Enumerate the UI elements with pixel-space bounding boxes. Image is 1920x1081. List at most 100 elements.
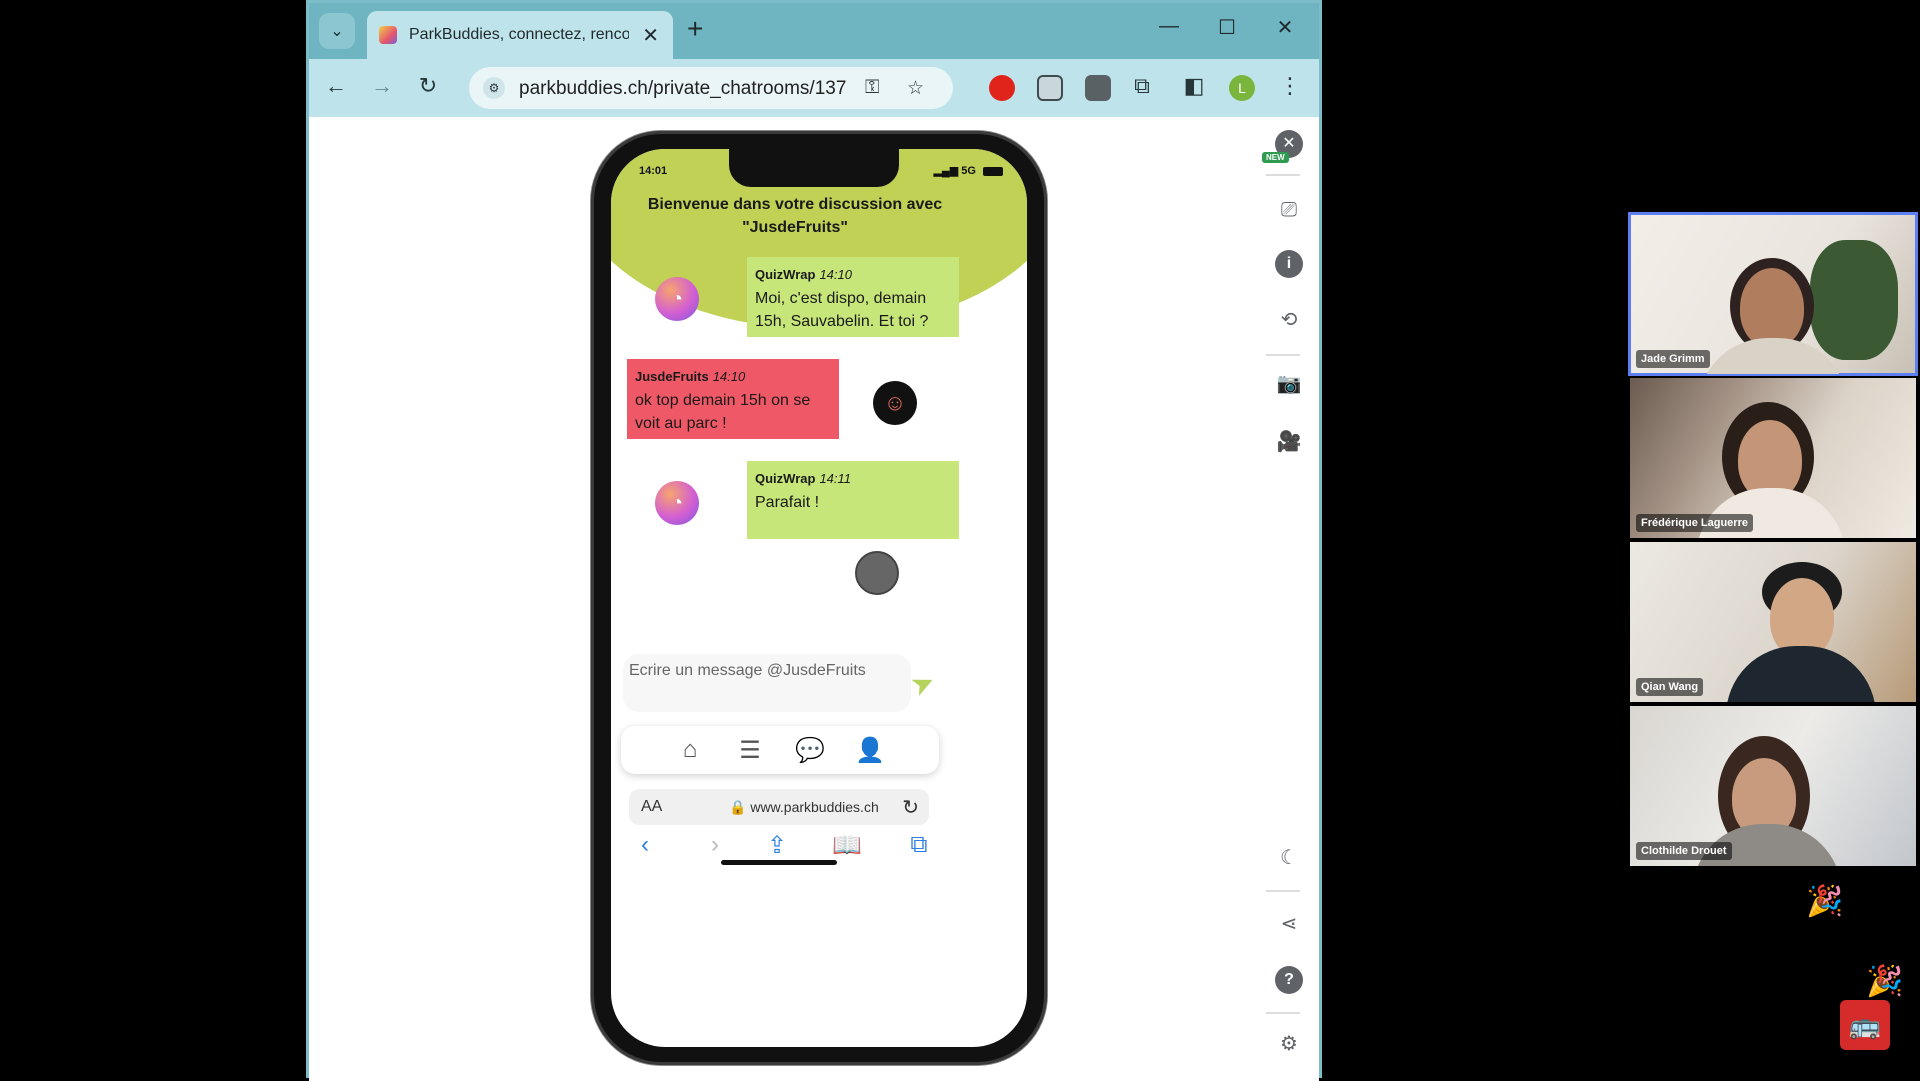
reload-icon[interactable]: ↻ [902, 795, 919, 820]
body [1726, 646, 1876, 702]
lock-icon: 🔒 [729, 799, 747, 815]
message-time: 14:10 [819, 267, 852, 282]
safari-url-text: www.parkbuddies.ch [750, 799, 879, 815]
phone-notch [729, 149, 899, 187]
address-bar[interactable]: ⚙ parkbuddies.ch/private_chatrooms/137 ⚿… [469, 67, 953, 109]
party-popper-icon: 🎉 [1866, 965, 1904, 998]
home-indicator [721, 860, 837, 865]
participant-tile[interactable]: Jade Grimm [1628, 212, 1918, 376]
share-network-icon[interactable]: ⋖ [1275, 910, 1303, 938]
message-header: QuizWrap 14:11 [755, 471, 951, 487]
info-icon[interactable]: i [1275, 250, 1303, 278]
jusdefruits-avatar: ☺ [873, 381, 917, 425]
participant-tile[interactable]: Frédérique Laguerre [1630, 378, 1916, 538]
browser-toolbar: ← → ↻ ⚙ parkbuddies.ch/private_chatrooms… [309, 59, 1319, 117]
camera-icon[interactable]: 📷 [1275, 370, 1303, 398]
chevron-down-icon: ⌄ [330, 23, 344, 40]
share-icon[interactable]: ⇪ [759, 831, 795, 860]
divider [1266, 354, 1300, 356]
message-time: 14:10 [712, 369, 746, 384]
message-text: ok top demain 15h on se voit au parc ! [635, 392, 811, 432]
participant-name: Frédérique Laguerre [1636, 514, 1753, 532]
home-icon[interactable]: ⌂ [675, 736, 705, 764]
close-window-button[interactable]: ✕ [1265, 15, 1305, 40]
minimize-button[interactable]: — [1149, 15, 1189, 38]
divider [1266, 890, 1300, 892]
dark-mode-icon[interactable]: ☾ [1275, 844, 1303, 872]
back-button[interactable]: ← [321, 73, 351, 99]
safari-forward-icon[interactable]: › [697, 831, 733, 859]
phone-mockup: Bienvenue dans votre discussion avec "Ju… [591, 131, 1047, 1065]
rotate-icon[interactable]: ⟲ [1275, 306, 1303, 334]
maximize-button[interactable]: ☐ [1207, 15, 1247, 40]
participant-name: Jade Grimm [1636, 350, 1710, 368]
message-bubble: QuizWrap 14:11 Parafait ! [747, 461, 959, 539]
adblock-extension-icon[interactable] [989, 75, 1015, 101]
participant-name: Qian Wang [1636, 678, 1704, 696]
app-logo-icon[interactable]: 🚌 [1840, 1000, 1890, 1050]
extensions-puzzle-icon[interactable]: ⧉ [1127, 73, 1157, 99]
tabs-icon[interactable]: ⧉ [901, 831, 937, 859]
profile-avatar[interactable]: L [1229, 75, 1255, 101]
welcome-text: Bienvenue dans votre discussion avec "Ju… [647, 196, 943, 236]
status-indicators: ▂▄▆ 5G [933, 164, 1003, 177]
divider [1266, 174, 1300, 176]
tab-search-button[interactable]: ⌄ [319, 13, 355, 49]
app-bottom-nav: ⌂ ☰ 💬 👤 [621, 726, 939, 774]
message-bubble: QuizWrap 14:10 Moi, c'est dispo, demain 1… [747, 257, 959, 337]
site-info-icon[interactable]: ⚙ [483, 77, 505, 99]
screen-capture-extension-icon[interactable] [1085, 75, 1111, 101]
battery-icon [983, 166, 1003, 176]
tab-parkbuddies[interactable]: ParkBuddies, connectez, rencon ✕ [367, 11, 673, 59]
side-panel-icon[interactable]: ◧ [1179, 73, 1209, 99]
tab-bar: ⌄ ParkBuddies, connectez, rencon ✕ + — ☐… [309, 3, 1319, 59]
phone-screen: Bienvenue dans votre discussion avec "Ju… [611, 149, 1027, 1047]
tab-title: ParkBuddies, connectez, rencon [409, 26, 629, 43]
url-text: parkbuddies.ch/private_chatrooms/137 [519, 78, 847, 99]
parkbuddies-favicon-icon [379, 26, 397, 44]
help-icon[interactable]: ? [1275, 966, 1303, 994]
devices-icon[interactable]: ⎚ [1275, 196, 1303, 224]
safari-url: 🔒 www.parkbuddies.ch [729, 799, 879, 816]
message-text: Parafait ! [755, 494, 820, 511]
message-header: JusdeFruits 14:10 [635, 369, 831, 385]
settings-gear-icon[interactable]: ⚙ [1275, 1030, 1303, 1058]
extension-icon[interactable] [1037, 75, 1063, 101]
message-bubble: JusdeFruits 14:10 ok top demain 15h on se… [627, 359, 839, 439]
bookmarks-icon[interactable]: 📖 [829, 831, 865, 860]
message-text: Moi, c'est dispo, demain 15h, Sauvabelin… [755, 290, 929, 330]
message-author: QuizWrap [755, 471, 816, 486]
divider [1266, 1012, 1300, 1014]
message-time: 14:11 [819, 471, 852, 486]
message-author: JusdeFruits [635, 369, 709, 384]
face [1740, 268, 1804, 348]
participant-name: Clothilde Drouet [1636, 842, 1732, 860]
safari-back-icon[interactable]: ‹ [627, 831, 663, 859]
participant-tile[interactable]: Qian Wang [1630, 542, 1916, 702]
user-icon[interactable]: 👤 [855, 736, 885, 765]
message-header: QuizWrap 14:10 [755, 267, 951, 283]
forward-button[interactable]: → [367, 73, 397, 99]
quizwrap-avatar: ◔ [655, 277, 699, 321]
new-tab-button[interactable]: + [687, 13, 703, 45]
network-label: 5G [961, 165, 976, 177]
party-popper-icon: 🎉 [1806, 885, 1844, 918]
text-size-button[interactable]: AA [641, 798, 662, 816]
safari-address-bar[interactable]: AA 🔒 www.parkbuddies.ch ↻ [629, 789, 929, 825]
more-menu-icon[interactable]: ⋮ [1275, 73, 1305, 99]
new-badge: NEW [1262, 152, 1289, 163]
key-icon[interactable]: ⚿ [865, 77, 879, 99]
video-camera-icon[interactable]: 🎥 [1275, 428, 1303, 456]
signal-icon: ▂▄▆ [933, 165, 959, 177]
status-time: 14:01 [639, 165, 668, 177]
plant-background [1810, 240, 1898, 360]
participant-tile[interactable]: Clothilde Drouet [1630, 706, 1916, 866]
list-icon[interactable]: ☰ [735, 736, 765, 765]
chat-icon[interactable]: 💬 [795, 736, 825, 765]
bookmark-star-icon[interactable]: ☆ [907, 77, 924, 100]
message-input[interactable] [623, 654, 911, 712]
touch-indicator [855, 551, 899, 595]
reload-button[interactable]: ↻ [413, 73, 443, 99]
page-content: Bienvenue dans votre discussion avec "Ju… [309, 117, 1319, 1081]
close-tab-icon[interactable]: ✕ [642, 23, 659, 48]
